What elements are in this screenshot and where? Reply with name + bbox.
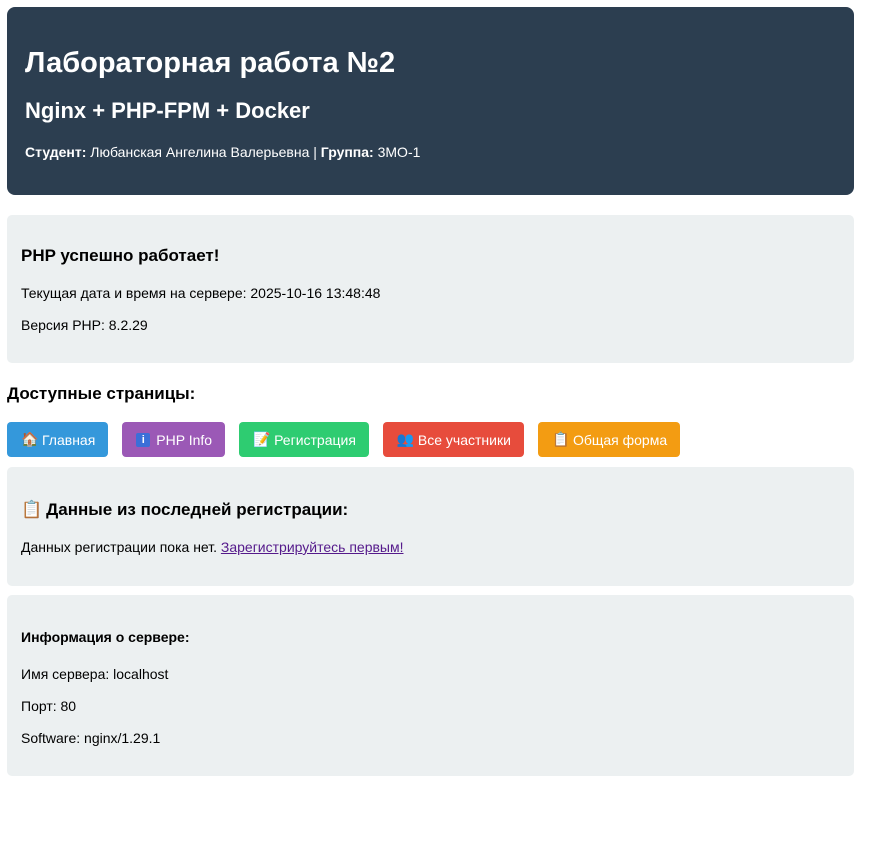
info-separator: |	[313, 144, 317, 160]
server-name: Имя сервера: localhost	[21, 666, 169, 682]
home-icon: 🏠	[21, 431, 39, 447]
nav-link-label: Общая форма	[572, 431, 668, 448]
page-header: Лабораторная работа №2 Nginx + PHP-FPM +…	[7, 7, 854, 195]
info-icon: i	[136, 432, 151, 447]
pages-heading: Доступные страницы:	[7, 384, 196, 403]
last-registration-card: 📋 Данные из последней регистрации: Данных…	[7, 467, 854, 586]
server-software: Software: nginx/1.29.1	[21, 730, 161, 746]
nav-link-label: Главная	[42, 431, 96, 448]
nav-link-label: PHP Info	[156, 431, 213, 448]
page-container: Лабораторная работа №2 Nginx + PHP-FPM +…	[7, 7, 854, 776]
server-info-card: Информация о сервере: Имя сервера: local…	[7, 595, 854, 776]
page-subtitle: Nginx + PHP-FPM + Docker	[25, 98, 310, 123]
clipboard-icon: 📋	[551, 431, 570, 447]
memo-icon: 📝	[253, 431, 271, 447]
nav-link-phpinfo[interactable]: i PHP Info	[122, 422, 226, 457]
page-title: Лабораторная работа №2	[25, 47, 396, 79]
nav-link-label: Регистрация	[274, 431, 356, 448]
nav-link-participants[interactable]: 👥 Все участники	[382, 422, 524, 457]
last-registration-heading: 📋 Данные из последней регистрации:	[21, 499, 840, 521]
clipboard-icon: 📋	[21, 500, 43, 519]
no-registration-text: Данных регистрации пока нет.	[21, 539, 217, 555]
server-datetime: Текущая дата и время на сервере: 2025-10…	[21, 285, 381, 301]
server-port: Порт: 80	[21, 698, 77, 714]
php-status-card: PHP успешно работает! Текущая дата и вре…	[7, 215, 854, 363]
group-value: 3МО-1	[377, 144, 421, 160]
registration-message: Данных регистрации пока нет. Зарегистрир…	[21, 538, 840, 556]
group-label: Группа:	[320, 144, 374, 160]
nav-link-registration[interactable]: 📝 Регистрация	[239, 422, 369, 457]
nav-link-home[interactable]: 🏠 Главная	[7, 422, 109, 457]
php-version: Версия PHP: 8.2.29	[21, 317, 148, 333]
people-icon: 👥	[396, 431, 415, 447]
nav-link-label: Все участники	[417, 431, 511, 448]
student-label: Студент:	[25, 144, 87, 160]
last-registration-heading-text: Данные из последней регистрации:	[46, 500, 349, 519]
nav-link-general-form[interactable]: 📋 Общая форма	[537, 422, 681, 457]
register-first-link[interactable]: Зарегистрируйтесь первым!	[221, 539, 404, 555]
server-info-heading: Информация о сервере:	[21, 629, 190, 645]
pages-nav: 🏠 Главная i PHP Info 📝 Регистрация 👥 Все…	[7, 422, 854, 457]
student-name: Любанская Ангелина Валерьевна	[90, 144, 310, 160]
student-info: Студент: Любанская Ангелина Валерьевна |…	[25, 143, 836, 161]
php-status-heading: PHP успешно работает!	[21, 246, 220, 265]
